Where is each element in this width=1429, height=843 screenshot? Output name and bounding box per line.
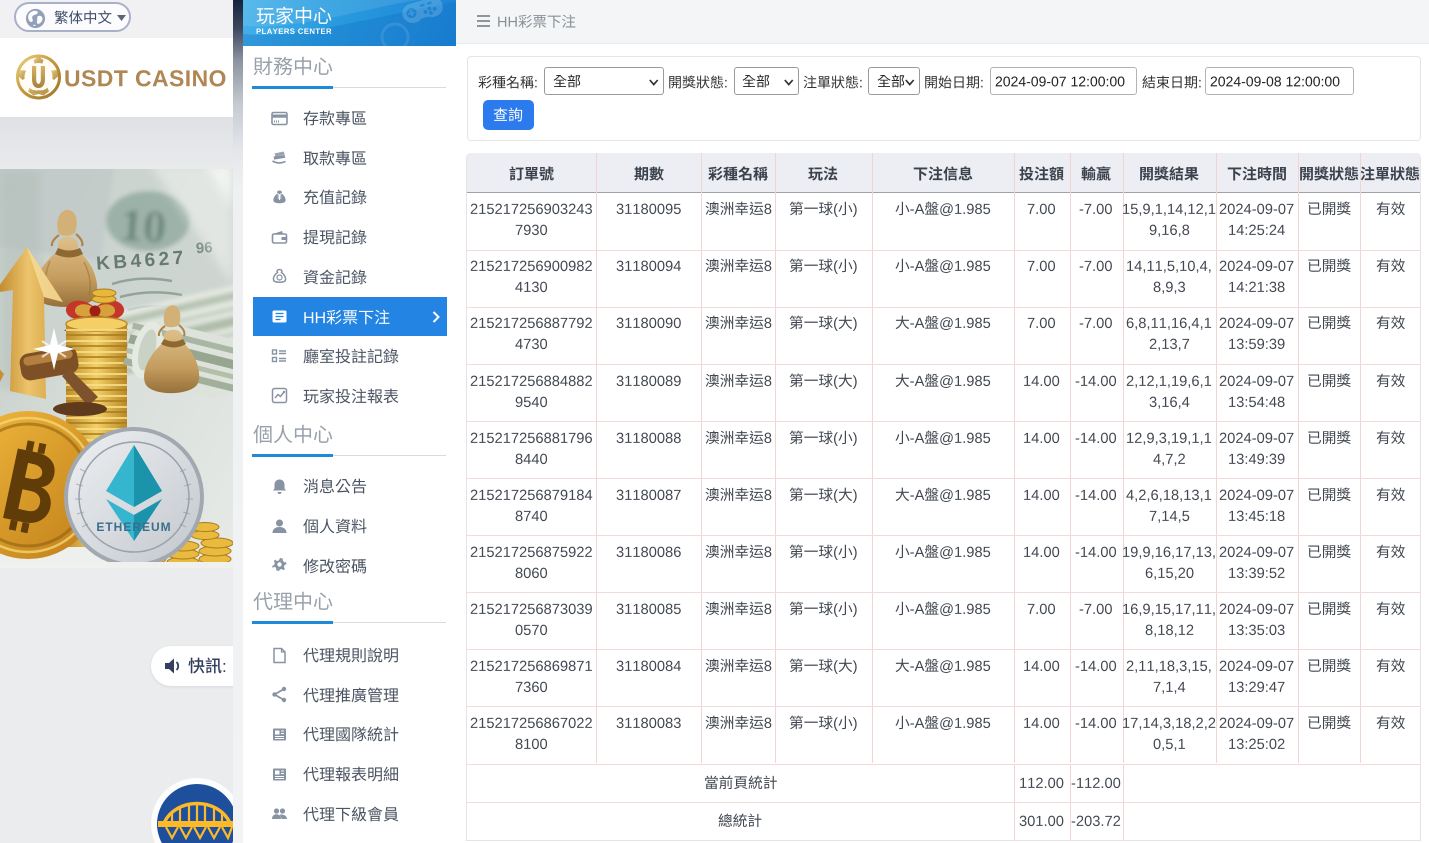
- svg-text:10: 10: [119, 199, 168, 253]
- svg-text:CASINO: CASINO: [30, 89, 48, 94]
- svg-text:ETHEREUM: ETHEREUM: [96, 520, 171, 534]
